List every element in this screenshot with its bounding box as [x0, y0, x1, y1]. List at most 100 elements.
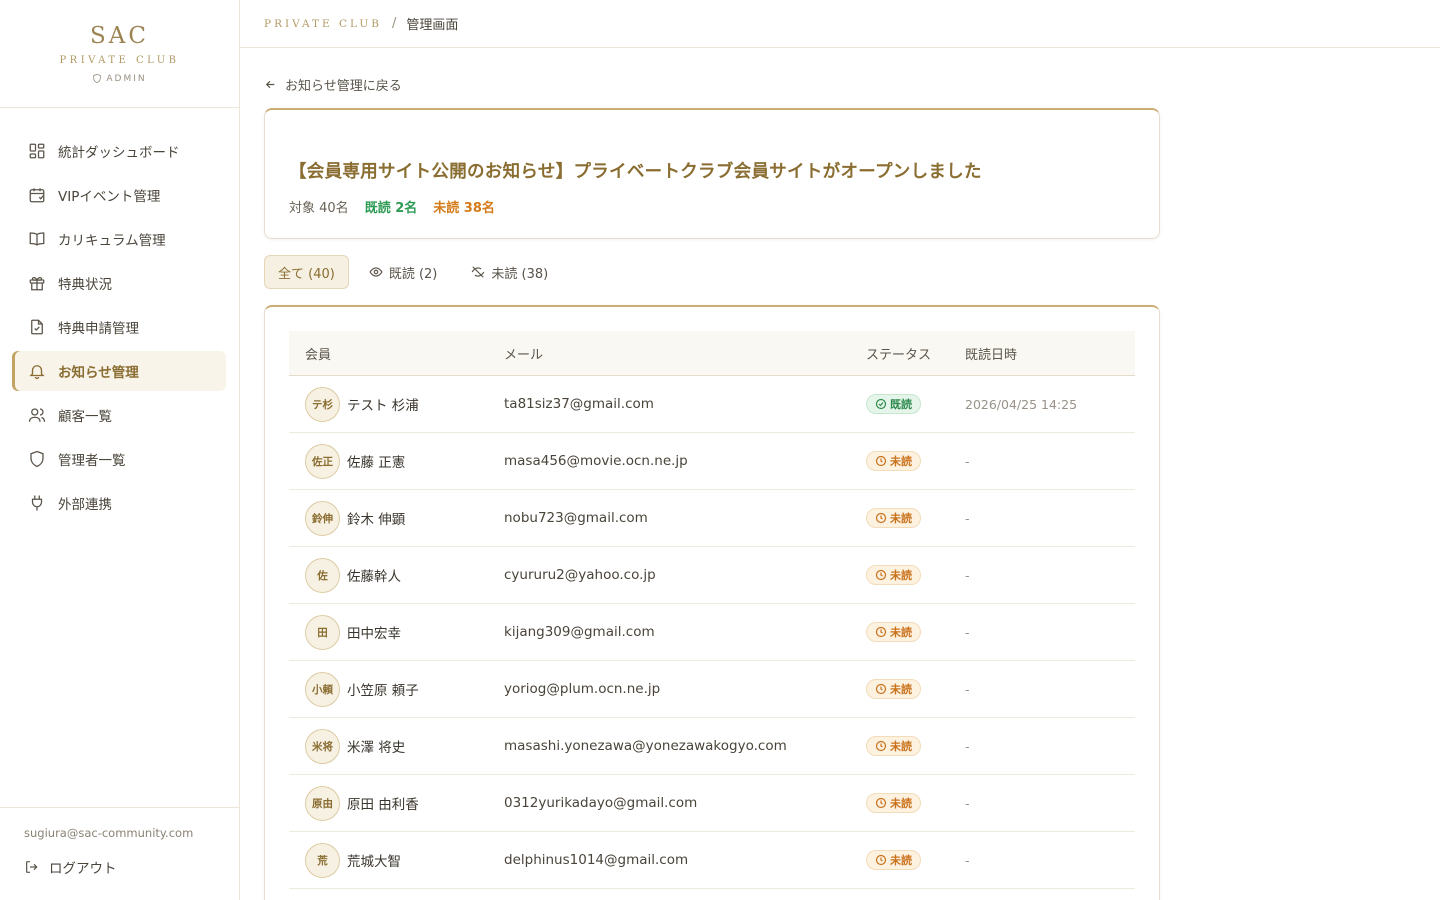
status-cell: 未読	[850, 508, 965, 528]
sidebar-item-vip-events[interactable]: VIPイベント管理	[12, 175, 226, 215]
member-email: masa456@movie.ocn.ne.jp	[504, 453, 688, 469]
avatar: 佐	[305, 557, 340, 593]
status-badge: 未読	[866, 850, 921, 870]
read-date: -	[965, 738, 970, 754]
back-link[interactable]: お知らせ管理に戻る	[264, 74, 1160, 94]
member-name: 小笠原 頼子	[347, 683, 419, 699]
sidebar-item-label: カリキュラム管理	[58, 233, 166, 249]
sidebar-item-curriculum[interactable]: カリキュラム管理	[12, 219, 226, 259]
status-label: 未読	[890, 569, 912, 582]
clock-icon	[875, 797, 887, 809]
sidebar-item-admins[interactable]: 管理者一覧	[12, 439, 226, 479]
member-name: 田中宏幸	[347, 626, 401, 642]
member-email: masashi.yonezawa@yonezawakogyo.com	[504, 738, 787, 754]
clock-icon	[875, 740, 887, 752]
logout-icon	[26, 861, 38, 873]
check-circle-icon	[875, 398, 887, 410]
notice-stats: 対象 40名 既読 2名 未読 38名	[289, 197, 1135, 216]
users-icon	[28, 408, 46, 422]
member-name: 鈴木 伸顕	[347, 512, 406, 528]
tab-label: 全て (40)	[278, 266, 335, 282]
sidebar-item-integrations[interactable]: 外部連携	[12, 483, 226, 523]
status-cell: 未読	[850, 850, 965, 870]
status-cell: 未読	[850, 793, 965, 813]
breadcrumb-club[interactable]: PRIVATE CLUB	[264, 18, 382, 30]
table-row[interactable]: テ杉 テスト 杉浦 ta81siz37@gmail.com 既読 2026/04/25 …	[289, 376, 1135, 433]
table-row[interactable]: 佐正 佐藤 正憲 masa456@movie.ocn.ne.jp 未読 -	[289, 433, 1135, 490]
status-cell: 未読	[850, 736, 965, 756]
sidebar-item-notices[interactable]: お知らせ管理	[12, 351, 226, 391]
sidebar-item-benefit-requests[interactable]: 特典申請管理	[12, 307, 226, 347]
header-date[interactable]: 既読日時	[965, 344, 1135, 363]
sidebar-item-label: お知らせ管理	[58, 365, 139, 381]
stat-read: 既読 2名	[364, 201, 418, 216]
member-email: 0312yurikadayo@gmail.com	[504, 795, 698, 811]
bell-icon	[29, 365, 45, 380]
member-name: 荒城大智	[347, 854, 401, 870]
table-row[interactable]: 小頼 小笠原 頼子 yoriog@plum.ocn.ne.jp 未読 -	[289, 661, 1135, 718]
read-date: -	[965, 510, 970, 526]
tab-all[interactable]: 全て (40)	[264, 255, 349, 289]
tab-label: 既読 (2)	[388, 266, 438, 282]
member-email: yoriog@plum.ocn.ne.jp	[504, 681, 661, 697]
status-badge: 未読	[866, 679, 921, 699]
sidebar-item-label: 特典状況	[58, 277, 112, 293]
header-mail[interactable]: メール	[489, 344, 850, 363]
member-cell: 荒荒城大智	[289, 842, 489, 878]
sidebar-item-dashboard[interactable]: 統計ダッシュボード	[12, 131, 226, 171]
status-cell: 既読	[850, 394, 965, 414]
member-email: delphinus1014@gmail.com	[504, 852, 689, 868]
brand-admin-label: ADMIN	[106, 73, 147, 84]
sidebar-item-benefits[interactable]: 特典状況	[12, 263, 226, 303]
read-date: -	[965, 852, 970, 868]
table-row[interactable]: 原由 原田 由利香 0312yurikadayo@gmail.com 未読 -	[289, 775, 1135, 832]
member-name: 佐藤幹人	[347, 569, 401, 585]
status-label: 未読	[890, 626, 912, 639]
member-cell: 小頼 小笠原 頼子	[289, 671, 489, 707]
brand-title: SAC	[90, 23, 149, 49]
status-label: 未読	[890, 797, 912, 810]
sidebar-item-customers[interactable]: 顧客一覧	[12, 395, 226, 435]
avatar: 小頼	[305, 671, 340, 707]
sidebar-item-label: 顧客一覧	[58, 409, 112, 425]
notice-summary-card: 【会員専用サイト公開のお知らせ】プライベートクラブ会員サイトがオープンしました …	[264, 108, 1160, 239]
status-label: 未読	[890, 740, 912, 753]
read-date: -	[965, 624, 970, 640]
tab-read[interactable]: 既読 (2)	[355, 255, 452, 289]
read-date: -	[965, 795, 970, 811]
book-icon	[29, 232, 45, 246]
table-row[interactable]: 荒荒城大智 delphinus1014@gmail.com 未読 -	[289, 832, 1135, 889]
member-name: 佐藤 正憲	[347, 455, 406, 471]
sidebar-item-label: 統計ダッシュボード	[58, 145, 180, 161]
member-email: cyururu2@yahoo.co.jp	[504, 567, 656, 583]
header-status[interactable]: ステータス	[850, 344, 965, 363]
table-row[interactable]: 佐佐藤幹人 cyururu2@yahoo.co.jp 未読 -	[289, 547, 1135, 604]
logout-button[interactable]: ログアウト	[24, 857, 215, 877]
header-member[interactable]: 会員	[289, 344, 489, 363]
table-row[interactable]: 鈴伸 鈴木 伸顕 nobu723@gmail.com 未読 -	[289, 490, 1135, 547]
top-bar: PRIVATE CLUB / 管理画面	[240, 0, 1440, 48]
member-name: 原田 由利香	[347, 797, 419, 813]
sidebar-nav: 統計ダッシュボード VIPイベント管理 カリキュラム管理 特典状況 特典申請管理…	[0, 108, 239, 523]
table-row[interactable]: 米将 米澤 将史 masashi.yonezawa@yonezawakogyo.co…	[289, 718, 1135, 775]
status-label: 未読	[890, 854, 912, 867]
table-row[interactable]: 田田中宏幸 kijang309@gmail.com 未読 -	[289, 604, 1135, 661]
status-cell: 未読	[850, 622, 965, 642]
user-email: sugiura@sac-community.com	[24, 826, 194, 840]
clock-icon	[875, 854, 887, 866]
status-cell: 未読	[850, 679, 965, 699]
eye-icon	[369, 267, 383, 277]
status-badge: 未読	[866, 451, 921, 471]
member-cell: 原由 原田 由利香	[289, 785, 489, 821]
shield-icon	[30, 450, 44, 468]
tab-unread[interactable]: 未読 (38)	[457, 255, 562, 289]
table-header: 会員 メール ステータス 既読日時	[289, 331, 1135, 376]
status-label: 未読	[890, 512, 912, 525]
member-cell: 鈴伸 鈴木 伸顕	[289, 500, 489, 536]
clock-icon	[875, 683, 887, 695]
sidebar-item-label: 外部連携	[58, 497, 112, 513]
sidebar-footer: sugiura@sac-community.com ログアウト	[0, 807, 239, 900]
table-body: テ杉 テスト 杉浦 ta81siz37@gmail.com 既読 2026/04/25 …	[289, 376, 1135, 889]
member-email: ta81siz37@gmail.com	[504, 396, 654, 412]
status-cell: 未読	[850, 451, 965, 471]
